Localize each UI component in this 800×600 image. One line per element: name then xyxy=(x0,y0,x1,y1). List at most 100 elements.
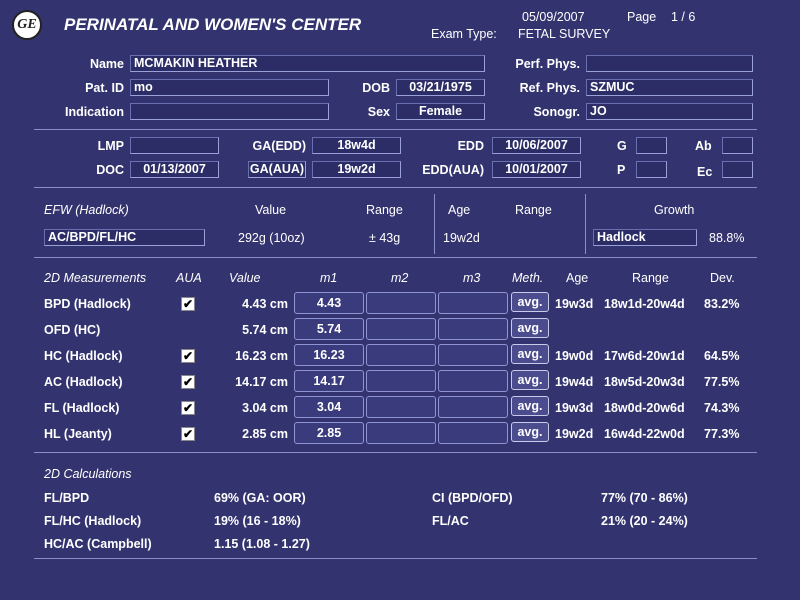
edd-field[interactable]: 10/06/2007 xyxy=(492,137,581,154)
m3-field[interactable] xyxy=(438,370,508,392)
divider-4 xyxy=(34,452,757,453)
ga-aua-field[interactable]: 19w2d xyxy=(312,161,401,178)
measurements-dev-header: Dev. xyxy=(710,271,735,285)
doc-field[interactable]: 01/13/2007 xyxy=(130,161,219,178)
ga-edd-field[interactable]: 18w4d xyxy=(312,137,401,154)
perf-phys-label: Perf. Phys. xyxy=(515,57,580,71)
m3-field[interactable] xyxy=(438,318,508,340)
calculations-title: 2D Calculations xyxy=(44,467,132,481)
measurements-age-header: Age xyxy=(566,271,589,285)
m3-field[interactable] xyxy=(438,422,508,444)
m1-field[interactable]: 16.23 xyxy=(294,344,364,366)
measurement-value: 5.74 cm xyxy=(242,323,288,337)
measurement-value: 3.04 cm xyxy=(242,401,288,415)
efw-value-header: Value xyxy=(255,203,287,217)
calc-value: 77% (70 - 86%) xyxy=(601,491,688,505)
measurement-name: BPD (Hadlock) xyxy=(44,297,131,311)
measurement-value: 4.43 cm xyxy=(242,297,288,311)
p-label: P xyxy=(617,163,626,177)
p-field[interactable] xyxy=(636,161,667,178)
measurement-name: HL (Jeanty) xyxy=(44,427,112,441)
m1-field[interactable]: 3.04 xyxy=(294,396,364,418)
ab-field[interactable] xyxy=(722,137,753,154)
efw-range-header: Range xyxy=(366,203,403,217)
aua-checkbox[interactable]: ✔ xyxy=(181,401,195,415)
ref-phys-field[interactable]: SZMUC xyxy=(586,79,753,96)
doc-label: DOC xyxy=(96,163,124,177)
aua-checkbox[interactable]: ✔ xyxy=(181,349,195,363)
measurement-value: 14.17 cm xyxy=(235,375,288,389)
dob-field[interactable]: 03/21/1975 xyxy=(396,79,485,96)
measurement-range: 16w4d-22w0d xyxy=(604,427,685,441)
edd-aua-field[interactable]: 10/01/2007 xyxy=(492,161,581,178)
aua-checkbox[interactable]: ✔ xyxy=(181,427,195,441)
efw-divider-2 xyxy=(585,194,586,254)
measurement-value: 16.23 cm xyxy=(235,349,288,363)
exam-type-label: Exam Type: xyxy=(431,27,497,41)
m2-field[interactable] xyxy=(366,344,436,366)
efw-divider-1 xyxy=(434,194,435,254)
ga-edd-label: GA(EDD) xyxy=(252,139,306,153)
m2-field[interactable] xyxy=(366,370,436,392)
measurement-range: 17w6d-20w1d xyxy=(604,349,685,363)
name-field[interactable]: MCMAKIN HEATHER xyxy=(130,55,485,72)
m2-field[interactable] xyxy=(366,422,436,444)
efw-growth-method-field[interactable]: Hadlock xyxy=(593,229,697,246)
method-button[interactable]: avg. xyxy=(511,422,549,442)
ec-field[interactable] xyxy=(722,161,753,178)
divider-1 xyxy=(34,129,757,130)
measurement-age: 19w4d xyxy=(555,375,594,389)
measurement-range: 18w1d-20w4d xyxy=(604,297,685,311)
m1-field[interactable]: 5.74 xyxy=(294,318,364,340)
sex-field[interactable]: Female xyxy=(396,103,485,120)
ref-phys-label: Ref. Phys. xyxy=(519,81,580,95)
g-field[interactable] xyxy=(636,137,667,154)
m3-field[interactable] xyxy=(438,396,508,418)
page-label: Page xyxy=(627,10,657,24)
method-button[interactable]: avg. xyxy=(511,292,549,312)
measurement-dev: 83.2% xyxy=(704,297,740,311)
measurements-aua-header: AUA xyxy=(176,271,202,285)
m2-field[interactable] xyxy=(366,318,436,340)
m1-field[interactable]: 2.85 xyxy=(294,422,364,444)
measurement-range: 18w0d-20w6d xyxy=(604,401,685,415)
measurements-m3-header: m3 xyxy=(463,271,481,285)
method-button[interactable]: avg. xyxy=(511,396,549,416)
method-button[interactable]: avg. xyxy=(511,344,549,364)
measurement-age: 19w3d xyxy=(555,401,594,415)
aua-checkbox[interactable]: ✔ xyxy=(181,375,195,389)
efw-header: EFW (Hadlock) xyxy=(44,203,129,217)
measurement-age: 19w0d xyxy=(555,349,594,363)
ge-logo: GE xyxy=(12,10,42,40)
ga-aua-label: GA(AUA) xyxy=(248,161,306,178)
measurement-name: FL (Hadlock) xyxy=(44,401,120,415)
calc-value: 1.15 (1.08 - 1.27) xyxy=(214,537,310,551)
measurement-dev: 74.3% xyxy=(704,401,740,415)
divider-2 xyxy=(34,187,757,188)
sonographer-field[interactable]: JO xyxy=(586,103,753,120)
edd-label: EDD xyxy=(457,139,484,153)
measurements-title: 2D Measurements xyxy=(44,271,147,285)
m1-field[interactable]: 4.43 xyxy=(294,292,364,314)
measurements-value-header: Value xyxy=(229,271,261,285)
perf-phys-field[interactable] xyxy=(586,55,753,72)
indication-field[interactable] xyxy=(130,103,329,120)
ab-label: Ab xyxy=(695,139,712,153)
patid-field[interactable]: mo xyxy=(130,79,329,96)
efw-method-field[interactable]: AC/BPD/FL/HC xyxy=(44,229,205,246)
method-button[interactable]: avg. xyxy=(511,318,549,338)
aua-checkbox[interactable]: ✔ xyxy=(181,297,195,311)
measurement-name: AC (Hadlock) xyxy=(44,375,123,389)
m1-field[interactable]: 14.17 xyxy=(294,370,364,392)
efw-value: 292g (10oz) xyxy=(238,231,305,245)
measurements-m2-header: m2 xyxy=(391,271,409,285)
m3-field[interactable] xyxy=(438,344,508,366)
m2-field[interactable] xyxy=(366,396,436,418)
exam-type-value: FETAL SURVEY xyxy=(518,27,611,41)
m3-field[interactable] xyxy=(438,292,508,314)
lmp-field[interactable] xyxy=(130,137,219,154)
method-button[interactable]: avg. xyxy=(511,370,549,390)
m2-field[interactable] xyxy=(366,292,436,314)
measurements-range-header: Range xyxy=(632,271,669,285)
measurement-name: HC (Hadlock) xyxy=(44,349,123,363)
